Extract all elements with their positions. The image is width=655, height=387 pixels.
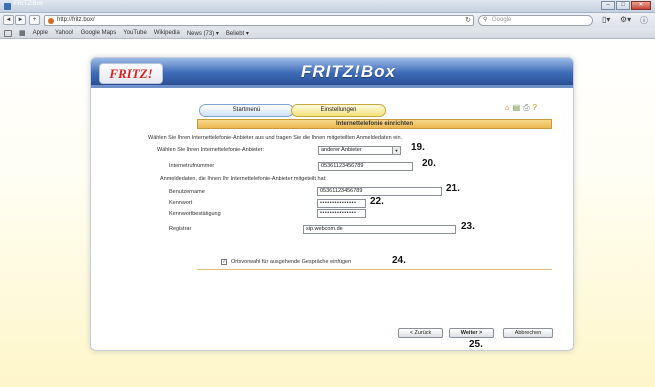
bookmark-yahoo[interactable]: Yahoo! — [55, 30, 74, 36]
marker-25: 25. — [469, 339, 483, 350]
window-title-bar: FRITZ!Box – □ ✕ — [0, 0, 655, 13]
next-button[interactable]: Weiter > — [449, 328, 494, 338]
chevron-down-icon: ▼ — [392, 147, 400, 154]
tab-startmenu[interactable]: Startmenü — [199, 104, 294, 117]
provider-value: anderer Anbieter — [321, 147, 362, 153]
bookmark-beliebt[interactable]: Beliebt ▾ — [226, 30, 249, 37]
username-label: Benutzername — [169, 189, 205, 195]
marker-20: 20. — [422, 158, 436, 169]
minimize-button[interactable]: – — [601, 1, 615, 10]
address-url: http://fritz.box/ — [57, 17, 95, 23]
reading-list-icon[interactable] — [4, 29, 12, 37]
home-icon[interactable]: ⌂ — [505, 103, 510, 113]
search-field[interactable]: ⚲ Google — [478, 15, 593, 26]
search-placeholder: Google — [492, 17, 512, 23]
password-confirm-label: Kennwortbestätigung — [169, 211, 221, 217]
form-divider — [197, 269, 552, 270]
provider-select[interactable]: anderer Anbieter ▼ — [318, 146, 401, 155]
marker-21: 21. — [446, 183, 460, 194]
bookmark-apple[interactable]: Apple — [33, 30, 48, 36]
username-input[interactable]: 05361123456789 — [317, 187, 442, 196]
address-bar[interactable]: http://fritz.box/ ↻ — [44, 15, 474, 26]
window-controls: – □ ✕ — [601, 1, 651, 10]
marker-19: 19. — [411, 142, 425, 153]
bookmarks-bar: ▦ Apple Yahoo! Google Maps YouTube Wikip… — [0, 28, 655, 39]
password-input[interactable]: ••••••••••••••• — [317, 199, 366, 208]
toolbar-icons: ⌂ ▤ ⎙ ? — [505, 103, 537, 113]
section-title: Internettelefonie einrichten — [197, 119, 552, 129]
header-banner: FRITZ! FRITZ!Box — [91, 58, 573, 88]
window-title: FRITZ!Box — [14, 1, 44, 7]
navigation-bar: ◄ ► + http://fritz.box/ ↻ ⚲ Google ▯▾ ⚙▾… — [0, 13, 655, 28]
bookmark-wikipedia[interactable]: Wikipedia — [154, 30, 180, 36]
forward-button[interactable]: ► — [15, 15, 26, 25]
gear-icon[interactable]: ⚙▾ — [620, 15, 631, 24]
info-icon[interactable]: ⓘ — [640, 15, 648, 26]
password-confirm-input[interactable]: ••••••••••••••• — [317, 209, 366, 218]
provider-label: Wählen Sie Ihren Internettelefonie-Anbie… — [157, 147, 265, 153]
phone-input[interactable]: 05361123456789 — [318, 162, 413, 171]
print-icon[interactable]: ⎙ — [523, 103, 529, 113]
registrar-label: Registrar — [169, 226, 192, 232]
app-icon — [4, 3, 11, 10]
bookmark-google-maps[interactable]: Google Maps — [81, 30, 117, 36]
wizard-icon[interactable]: ▤ — [513, 103, 521, 113]
phone-label: Internetrufnummer — [169, 163, 215, 169]
bookmark-youtube[interactable]: YouTube — [123, 30, 147, 36]
marker-23: 23. — [461, 221, 475, 232]
page-menu-icon[interactable]: ▯▾ — [602, 15, 610, 24]
fritz-logo: FRITZ! — [99, 63, 163, 84]
maximize-button[interactable]: □ — [616, 1, 630, 10]
tab-einstellungen[interactable]: Einstellungen — [291, 104, 386, 117]
grid-icon[interactable]: ▦ — [19, 29, 26, 37]
add-bookmark-button[interactable]: + — [29, 15, 40, 25]
back-button-form[interactable]: < Zurück — [398, 328, 443, 338]
bookmark-news[interactable]: News (73) ▾ — [187, 30, 219, 37]
close-button[interactable]: ✕ — [631, 1, 651, 10]
credentials-label: Anmeldedaten, die Ihnen Ihr Internettele… — [160, 176, 327, 182]
marker-24: 24. — [392, 255, 406, 266]
site-favicon-icon — [48, 18, 54, 24]
password-label: Kennwort — [169, 200, 193, 206]
page-content: FRITZ! FRITZ!Box Startmenü Einstellungen… — [0, 39, 655, 387]
cancel-button[interactable]: Abbrechen — [503, 328, 553, 338]
back-button[interactable]: ◄ — [3, 15, 14, 25]
help-icon[interactable]: ? — [533, 103, 537, 113]
search-icon: ⚲ — [483, 17, 488, 23]
banner-title: FRITZ!Box — [301, 62, 396, 81]
fritzbox-panel: FRITZ! FRITZ!Box Startmenü Einstellungen… — [90, 57, 574, 351]
marker-22: 22. — [370, 196, 384, 207]
registrar-input[interactable]: sip.webcom.de — [303, 225, 456, 234]
reload-icon[interactable]: ↻ — [465, 16, 471, 24]
area-code-checkbox[interactable]: ✓ — [221, 259, 227, 265]
area-code-label: Ortsvorwahl für ausgehende Gespräche ein… — [231, 259, 352, 265]
intro-text: Wählen Sie Ihren Internettelefonie-Anbie… — [148, 135, 403, 141]
